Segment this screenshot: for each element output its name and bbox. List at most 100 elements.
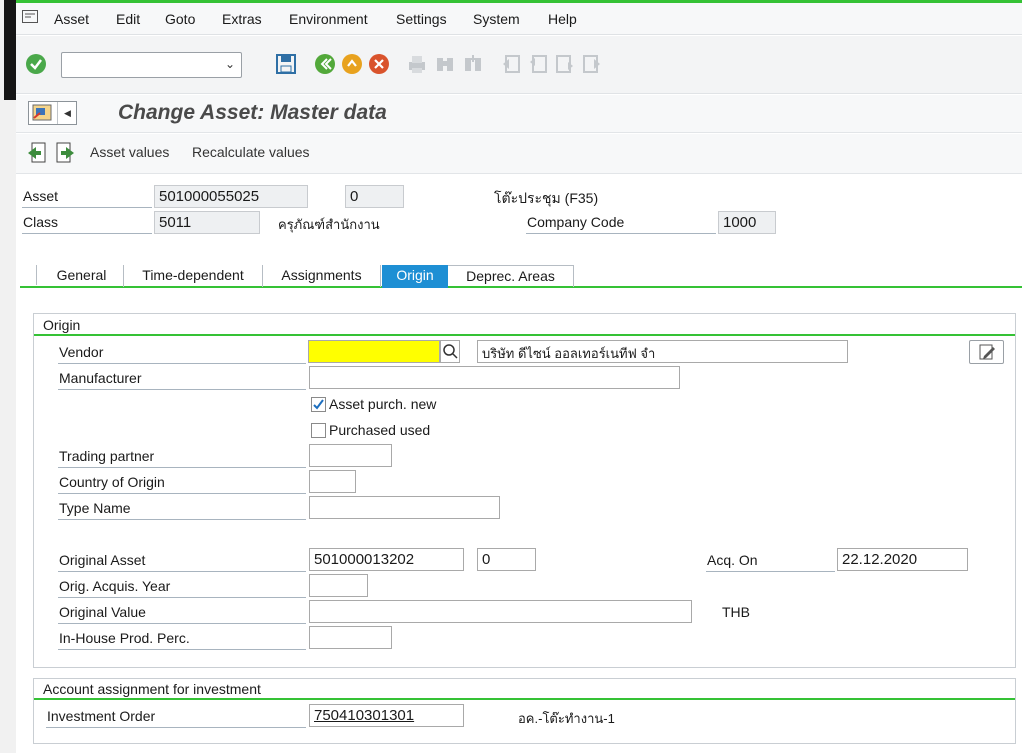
standard-toolbar: ⌄ bbox=[16, 36, 1022, 94]
first-page-icon[interactable] bbox=[500, 53, 522, 75]
tab-general[interactable]: General bbox=[40, 265, 124, 287]
tab-deprec-areas[interactable]: Deprec. Areas bbox=[448, 265, 574, 287]
window-edge bbox=[0, 0, 16, 753]
trading-partner-field[interactable] bbox=[309, 444, 392, 467]
menu-edit[interactable]: Edit bbox=[116, 11, 140, 27]
asset-number-field[interactable]: 501000055025 bbox=[154, 185, 308, 208]
class-label-underline bbox=[22, 233, 152, 234]
asset-values-button[interactable]: Asset values bbox=[90, 144, 169, 160]
original-value-field[interactable] bbox=[309, 600, 692, 623]
vendor-field[interactable] bbox=[308, 340, 440, 363]
acq-on-label: Acq. On bbox=[707, 552, 758, 568]
menu-extras[interactable]: Extras bbox=[222, 11, 262, 27]
exit-icon[interactable] bbox=[341, 53, 363, 75]
original-asset-field[interactable]: 501000013202 bbox=[309, 548, 464, 571]
orig-acquis-year-field[interactable] bbox=[309, 574, 368, 597]
class-field[interactable]: 5011 bbox=[154, 211, 260, 234]
menu-environment[interactable]: Environment bbox=[289, 11, 368, 27]
menu-settings[interactable]: Settings bbox=[396, 11, 447, 27]
page-title: Change Asset: Master data bbox=[118, 101, 387, 124]
company-code-field[interactable]: 1000 bbox=[718, 211, 776, 234]
orig-acquis-year-label: Orig. Acquis. Year bbox=[59, 578, 171, 594]
class-label: Class bbox=[23, 214, 59, 230]
investment-order-underline bbox=[46, 727, 306, 728]
menu-system[interactable]: System bbox=[473, 11, 520, 27]
investment-order-description: อค.-โต๊ะทำงาน-1 bbox=[518, 711, 615, 726]
purchased-used-checkbox[interactable] bbox=[311, 423, 326, 438]
next-page-icon[interactable] bbox=[554, 53, 576, 75]
vendor-edit-button[interactable] bbox=[969, 340, 1004, 364]
screen-icon bbox=[32, 104, 54, 122]
trading-partner-underline bbox=[58, 467, 306, 468]
manufacturer-label: Manufacturer bbox=[59, 370, 142, 386]
find-icon[interactable] bbox=[434, 53, 456, 75]
asset-label: Asset bbox=[23, 188, 59, 204]
origin-group-title: Origin bbox=[43, 317, 81, 333]
type-name-field[interactable] bbox=[309, 496, 500, 519]
vendor-underline bbox=[58, 363, 306, 364]
triangle-left-icon: ◀ bbox=[57, 102, 77, 124]
type-name-label: Type Name bbox=[59, 500, 131, 516]
asset-description: โต๊ะประชุม (F35) bbox=[494, 190, 599, 206]
original-value-label: Original Value bbox=[59, 604, 146, 620]
last-page-icon[interactable] bbox=[581, 53, 603, 75]
company-code-underline bbox=[526, 233, 716, 234]
previous-page-icon[interactable] bbox=[527, 53, 549, 75]
vendor-label: Vendor bbox=[59, 344, 104, 360]
manufacturer-underline bbox=[58, 389, 306, 390]
window-edge-dark bbox=[4, 0, 16, 100]
country-underline bbox=[58, 493, 306, 494]
next-asset-icon[interactable] bbox=[54, 142, 76, 164]
search-help-icon[interactable] bbox=[440, 340, 460, 363]
orig-acquis-year-underline bbox=[58, 597, 306, 598]
investment-order-field[interactable]: 750410301301 bbox=[309, 704, 464, 727]
origin-group-line bbox=[34, 334, 1015, 336]
tab-origin[interactable]: Origin bbox=[382, 265, 448, 288]
app-toolbar: Asset values Recalculate values bbox=[16, 134, 1022, 174]
tab-assignments[interactable]: Assignments bbox=[263, 265, 381, 287]
country-of-origin-field[interactable] bbox=[309, 470, 356, 493]
edit-document-icon bbox=[978, 343, 996, 364]
back-icon[interactable] bbox=[314, 53, 336, 75]
cancel-icon[interactable] bbox=[368, 53, 390, 75]
acq-on-field[interactable]: 22.12.2020 bbox=[837, 548, 968, 571]
menu-help[interactable]: Help bbox=[548, 11, 577, 27]
investment-group-line bbox=[34, 698, 1015, 700]
inhouse-prod-perc-field[interactable] bbox=[309, 626, 392, 649]
investment-order-label: Investment Order bbox=[47, 708, 156, 724]
title-bar: ◀ Change Asset: Master data bbox=[16, 95, 1022, 133]
find-next-icon[interactable] bbox=[462, 53, 484, 75]
save-icon[interactable] bbox=[275, 53, 297, 75]
trading-partner-label: Trading partner bbox=[59, 448, 155, 464]
tab-time-dependent[interactable]: Time-dependent bbox=[124, 265, 263, 287]
type-name-underline bbox=[58, 519, 306, 520]
inhouse-underline bbox=[58, 649, 306, 650]
enter-check-icon[interactable] bbox=[25, 53, 47, 75]
purchased-used-label: Purchased used bbox=[329, 422, 431, 438]
company-code-label: Company Code bbox=[527, 214, 625, 230]
menu-icon[interactable] bbox=[22, 10, 38, 24]
print-icon[interactable] bbox=[406, 53, 428, 75]
menu-bar: Asset Edit Goto Extras Environment Setti… bbox=[16, 3, 1022, 35]
recalculate-values-button[interactable]: Recalculate values bbox=[192, 144, 310, 160]
menu-asset[interactable]: Asset bbox=[54, 11, 89, 27]
asset-subnumber-field[interactable]: 0 bbox=[345, 185, 404, 208]
asset-label-underline bbox=[22, 207, 152, 208]
country-of-origin-label: Country of Origin bbox=[59, 474, 165, 490]
chevron-down-icon: ⌄ bbox=[224, 57, 235, 71]
original-value-underline bbox=[58, 623, 306, 624]
acq-on-underline bbox=[706, 571, 835, 572]
original-asset-sub-field[interactable]: 0 bbox=[477, 548, 536, 571]
command-field[interactable]: ⌄ bbox=[61, 52, 242, 78]
menu-goto[interactable]: Goto bbox=[165, 11, 195, 27]
manufacturer-field[interactable] bbox=[309, 366, 680, 389]
investment-group-title: Account assignment for investment bbox=[43, 681, 261, 697]
vendor-name-field[interactable]: บริษัท ดีไซน์ ออลเทอร์เนทีฟ จำ bbox=[477, 340, 848, 363]
currency-label: THB bbox=[722, 604, 750, 620]
previous-asset-icon[interactable] bbox=[26, 142, 48, 164]
original-asset-underline bbox=[58, 571, 306, 572]
asset-purch-new-checkbox[interactable] bbox=[311, 397, 326, 412]
screen-menu-button[interactable]: ◀ bbox=[28, 101, 77, 125]
asset-purch-new-label: Asset purch. new bbox=[329, 396, 437, 412]
inhouse-prod-perc-label: In-House Prod. Perc. bbox=[59, 630, 190, 646]
